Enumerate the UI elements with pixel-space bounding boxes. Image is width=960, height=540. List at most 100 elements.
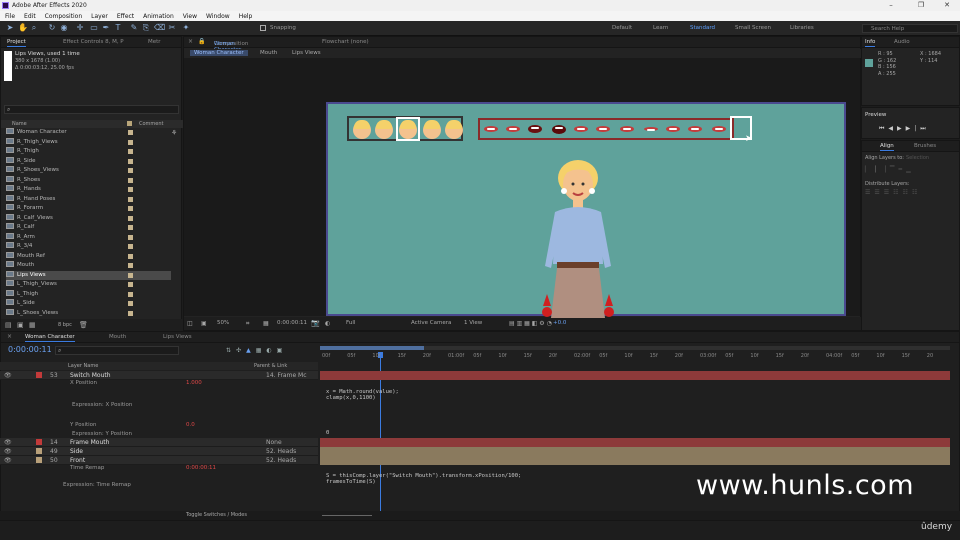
- interpret-footage-icon[interactable]: ▤: [5, 321, 12, 329]
- project-item[interactable]: R_Thigh_Views: [6, 137, 171, 148]
- visibility-eye-icon[interactable]: 👁: [4, 457, 12, 464]
- always-preview-icon[interactable]: ▣: [201, 320, 207, 327]
- motion-blur-icon[interactable]: ◐: [266, 347, 276, 354]
- tab-audio[interactable]: Audio: [894, 39, 910, 45]
- composition-canvas[interactable]: [326, 102, 846, 318]
- last-frame-icon[interactable]: ⏭: [920, 125, 929, 132]
- project-item[interactable]: R_Calf: [6, 223, 171, 233]
- tab-project[interactable]: Project: [7, 39, 26, 47]
- project-item[interactable]: R_Side: [6, 156, 171, 167]
- menu-window[interactable]: Window: [206, 13, 230, 20]
- timeline-timecode[interactable]: 0:00:00:11: [8, 345, 52, 354]
- label-color[interactable]: [128, 196, 133, 202]
- prop-x-position[interactable]: X Position: [70, 380, 97, 386]
- camera-tool-icon[interactable]: ◉: [60, 24, 68, 32]
- brush-tool-icon[interactable]: ✎: [130, 24, 138, 32]
- col-layer-name[interactable]: Layer Name: [68, 363, 98, 369]
- label-color[interactable]: [36, 439, 42, 445]
- label-color[interactable]: [128, 177, 133, 183]
- menu-composition[interactable]: Composition: [45, 13, 82, 20]
- prop-y-position[interactable]: Y Position: [70, 422, 97, 428]
- show-channel-icon[interactable]: ◐: [325, 320, 330, 327]
- project-item[interactable]: R_Hand Poses: [6, 194, 171, 205]
- label-color[interactable]: [128, 130, 133, 135]
- tab-effect-controls[interactable]: Effect Controls 8, M, P: [63, 39, 124, 45]
- label-color[interactable]: [128, 291, 133, 297]
- prop-x-position-value[interactable]: 1.000: [186, 380, 202, 386]
- project-item[interactable]: R_3/4: [6, 242, 171, 252]
- label-color[interactable]: [128, 168, 133, 173]
- close-tab-icon[interactable]: ×: [188, 38, 193, 45]
- label-color[interactable]: [128, 139, 133, 145]
- project-item[interactable]: R_Shoes_Views: [6, 166, 171, 176]
- align-right-icon[interactable]: ▕: [881, 166, 890, 173]
- align-to-select[interactable]: Selection: [906, 155, 929, 161]
- parent-select[interactable]: 52. Heads: [266, 457, 296, 464]
- label-color[interactable]: [128, 244, 133, 249]
- project-item[interactable]: R_Arm: [6, 232, 171, 243]
- layer-name[interactable]: Switch Mouth: [70, 372, 111, 379]
- region-of-interest-icon[interactable]: ◫: [187, 320, 193, 327]
- work-area-bar[interactable]: [320, 346, 950, 350]
- minimize-button[interactable]: –: [880, 1, 902, 9]
- close-button[interactable]: ✕: [936, 1, 958, 9]
- menu-layer[interactable]: Layer: [91, 13, 108, 20]
- label-color[interactable]: [128, 263, 133, 268]
- tab-flowchart[interactable]: Flowchart (none): [322, 39, 369, 45]
- expression-x-position[interactable]: x = Math.round(value); clamp(x,0,1100): [326, 389, 399, 401]
- label-color[interactable]: [36, 448, 42, 454]
- align-left-icon[interactable]: ▏: [865, 166, 874, 173]
- align-middle-icon[interactable]: ━: [899, 166, 907, 173]
- menu-file[interactable]: File: [5, 13, 15, 20]
- prop-time-remap-value[interactable]: 0:00:00:11: [186, 465, 216, 471]
- roto-tool-icon[interactable]: ✂: [168, 24, 176, 32]
- pen-tool-icon[interactable]: ✒: [102, 24, 110, 32]
- label-color[interactable]: [128, 282, 133, 287]
- workspace-learn[interactable]: Learn: [653, 25, 668, 31]
- menu-effect[interactable]: Effect: [117, 13, 134, 20]
- prop-time-remap[interactable]: Time Remap: [70, 465, 104, 471]
- project-item[interactable]: R_Calf_Views: [6, 213, 171, 224]
- frame-blending-icon[interactable]: ▦: [256, 347, 267, 354]
- project-item[interactable]: Woman Character: [6, 128, 171, 138]
- workspace-default[interactable]: Default: [612, 25, 632, 31]
- snapping-checkbox[interactable]: [260, 25, 266, 31]
- column-name[interactable]: Name: [12, 121, 27, 127]
- distribute-hcenter-icon[interactable]: ☷: [903, 189, 912, 196]
- exposure-value[interactable]: +0.0: [553, 320, 566, 326]
- menu-help[interactable]: Help: [239, 13, 253, 20]
- prev-frame-icon[interactable]: ◀: [888, 125, 897, 132]
- project-item[interactable]: L_Thigh_Views: [6, 280, 171, 290]
- puppet-tool-icon[interactable]: ✦: [182, 24, 190, 32]
- label-color[interactable]: [128, 187, 133, 192]
- camera-select[interactable]: Active Camera: [411, 320, 451, 326]
- tab-info[interactable]: Info: [865, 39, 876, 47]
- menu-view[interactable]: View: [183, 13, 197, 20]
- timeline-search-input[interactable]: ⌕: [55, 346, 179, 355]
- layer-name[interactable]: Front: [70, 457, 85, 464]
- tab-timeline-mouth[interactable]: Mouth: [109, 334, 126, 340]
- selection-tool-icon[interactable]: ➤: [6, 24, 14, 32]
- workspace-small-screen[interactable]: Small Screen: [735, 25, 771, 31]
- viewer-timecode[interactable]: 0:00:00:11: [277, 320, 307, 326]
- label-color[interactable]: [128, 234, 133, 240]
- track-switch-mouth[interactable]: [320, 371, 950, 380]
- label-color[interactable]: [36, 372, 42, 378]
- tab-brushes[interactable]: Brushes: [914, 143, 936, 149]
- toggle-switches-modes[interactable]: Toggle Switches / Modes: [186, 512, 247, 518]
- hand-tool-icon[interactable]: ✋: [18, 24, 28, 32]
- bpc-label[interactable]: 8 bpc: [58, 322, 72, 328]
- label-color[interactable]: [128, 253, 133, 259]
- parent-select[interactable]: 14. Frame Mc: [266, 372, 307, 379]
- menu-edit[interactable]: Edit: [24, 13, 36, 20]
- project-item[interactable]: R_Thigh: [6, 147, 171, 157]
- play-icon[interactable]: ▶: [897, 125, 906, 132]
- prop-y-position-value[interactable]: 0.0: [186, 422, 195, 428]
- views-select[interactable]: 1 View: [464, 320, 482, 326]
- breadcrumb-woman-character[interactable]: Woman Character: [190, 50, 248, 56]
- new-composition-icon[interactable]: ▦: [29, 321, 36, 329]
- label-color[interactable]: [128, 225, 133, 230]
- snapshot-icon[interactable]: 📷: [311, 319, 320, 327]
- tab-timeline-woman-character[interactable]: Woman Character: [25, 334, 75, 342]
- tab-align[interactable]: Align: [880, 143, 894, 151]
